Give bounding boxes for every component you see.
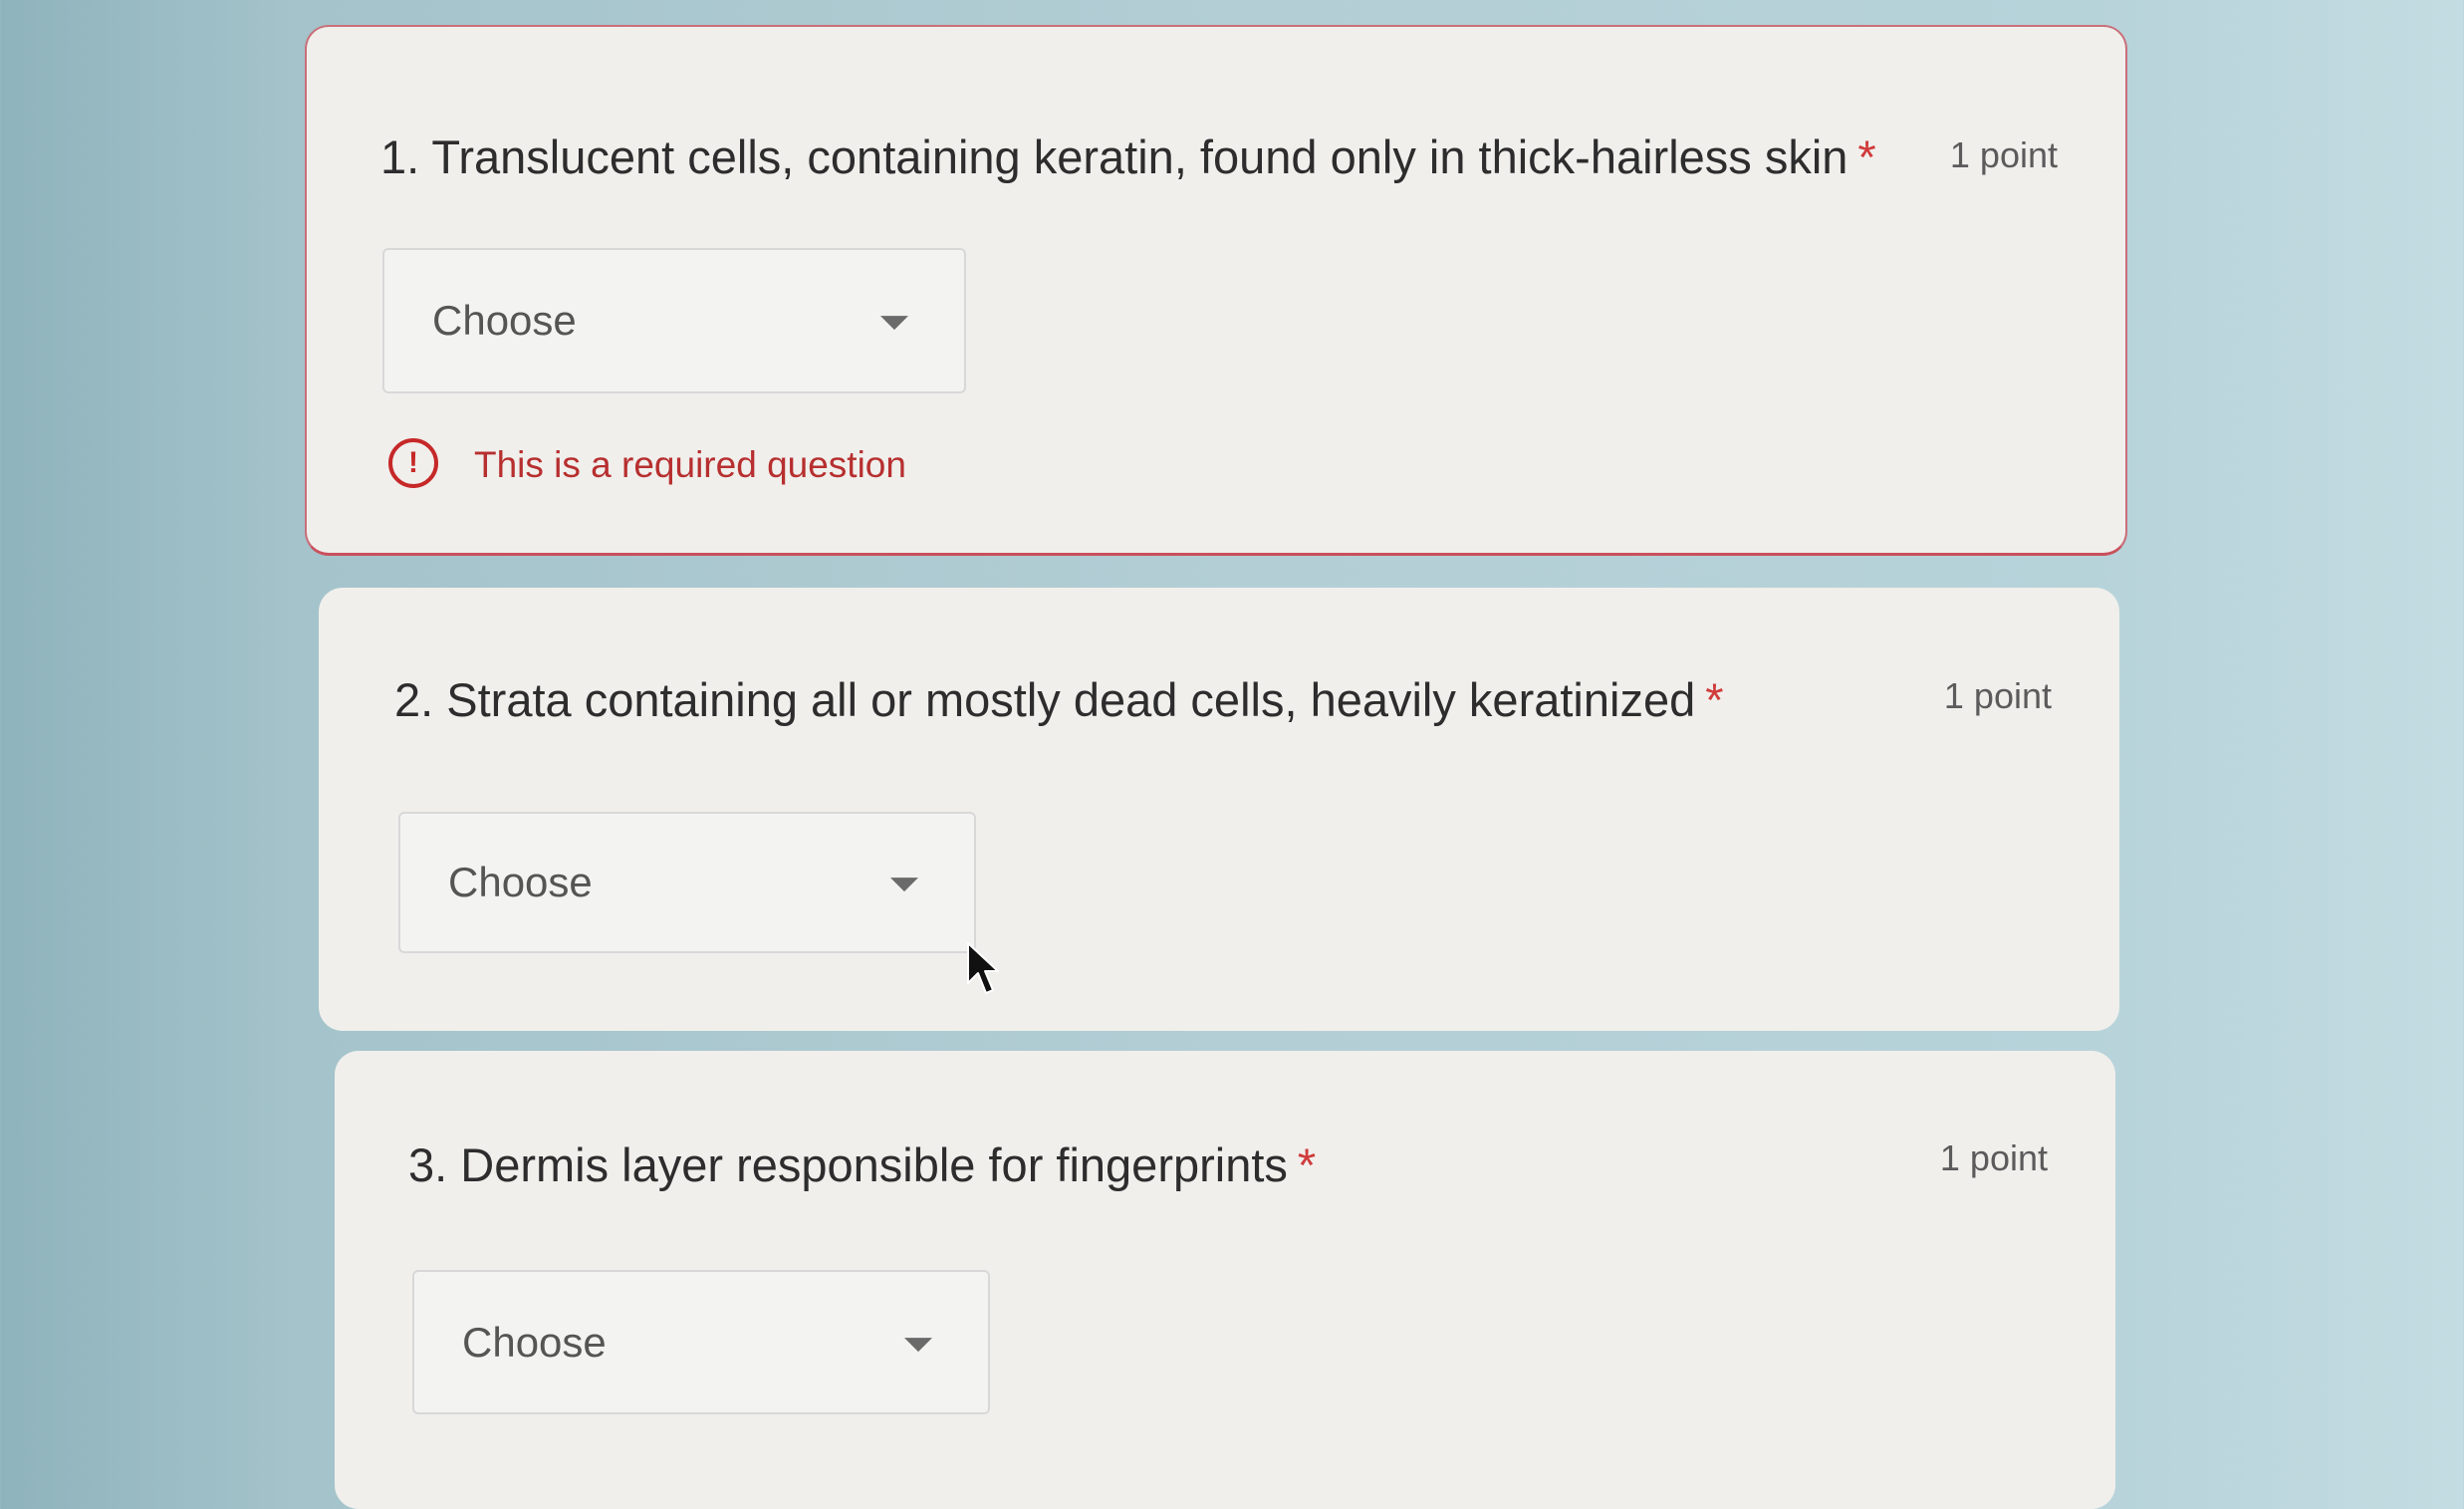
- required-question-error-text: This is a required question: [474, 444, 906, 485]
- question-2-text: 2. Strata containing all or mostly dead …: [394, 673, 1696, 726]
- question-card-1: 1. Translucent cells, containing keratin…: [305, 25, 2127, 556]
- question-3-text: 3. Dermis layer responsible for fingerpr…: [408, 1138, 1288, 1191]
- required-asterisk: *: [1857, 130, 1876, 183]
- dropdown-arrow-icon: [880, 316, 908, 331]
- dropdown-arrow-icon: [904, 1337, 932, 1352]
- question-2-title: 2. Strata containing all or mostly dead …: [394, 672, 1724, 727]
- question-3-title: 3. Dermis layer responsible for fingerpr…: [408, 1137, 1316, 1192]
- question-2-points: 1 point: [1943, 675, 2052, 716]
- question-3-points: 1 point: [1939, 1137, 2048, 1178]
- question-card-3: 3. Dermis layer responsible for fingerpr…: [335, 1051, 2115, 1509]
- question-1-points: 1 point: [1949, 134, 2058, 175]
- question-2-dropdown[interactable]: Choose: [398, 812, 976, 953]
- question-2-dropdown-value: Choose: [448, 859, 593, 905]
- alert-circle-icon: !: [388, 438, 438, 488]
- question-1-title: 1. Translucent cells, containing keratin…: [380, 129, 1876, 184]
- question-3-dropdown[interactable]: Choose: [412, 1270, 990, 1414]
- question-card-2: 2. Strata containing all or mostly dead …: [319, 588, 2119, 1031]
- question-3-dropdown-value: Choose: [462, 1318, 607, 1366]
- question-1-text: 1. Translucent cells, containing keratin…: [380, 130, 1848, 183]
- question-1-dropdown[interactable]: Choose: [382, 248, 966, 393]
- dropdown-arrow-icon: [890, 878, 918, 892]
- question-1-dropdown-value: Choose: [432, 297, 577, 344]
- mouse-pointer-icon: [967, 942, 999, 994]
- required-asterisk: *: [1297, 1138, 1317, 1191]
- required-asterisk: *: [1705, 673, 1724, 726]
